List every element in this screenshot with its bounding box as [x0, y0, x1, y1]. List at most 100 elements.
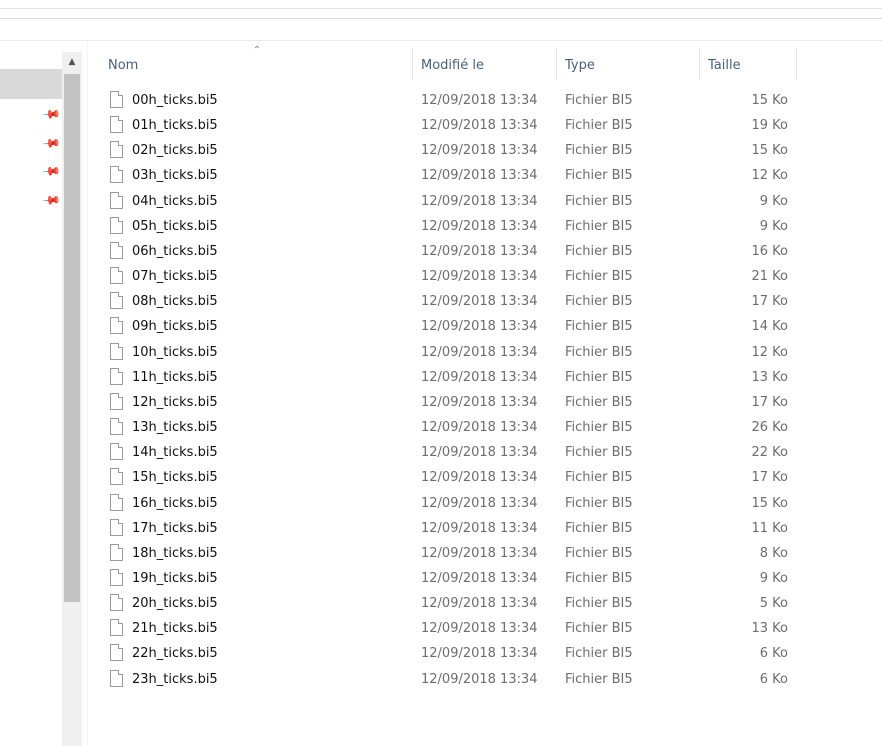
file-size: 17 Ko: [751, 294, 788, 310]
file-row[interactable]: 13h_ticks.bi5 12/09/2018 13:34 Fichier BI5…: [88, 415, 882, 440]
file-name: 20h_ticks.bi5: [132, 596, 218, 612]
file-icon: [110, 216, 123, 234]
column-header-type[interactable]: Type: [557, 45, 699, 81]
file-row[interactable]: 19h_ticks.bi5 12/09/2018 13:34 Fichier BI5…: [88, 566, 882, 591]
file-row[interactable]: 12h_ticks.bi5 12/09/2018 13:34 Fichier BI5…: [88, 390, 882, 415]
file-row[interactable]: 08h_ticks.bi5 12/09/2018 13:34 Fichier BI5…: [88, 289, 882, 314]
file-icon: [110, 191, 123, 209]
file-row[interactable]: 11h_ticks.bi5 12/09/2018 13:34 Fichier BI5…: [88, 365, 882, 390]
file-modified-date: 12/09/2018 13:34: [421, 143, 538, 159]
file-icon: [110, 669, 123, 687]
address-bar-border: [0, 18, 882, 19]
file-name: 01h_ticks.bi5: [132, 118, 218, 134]
file-icon: [110, 342, 123, 360]
column-header-name[interactable]: Nom: [100, 45, 412, 81]
file-modified-date: 12/09/2018 13:34: [421, 596, 538, 612]
column-header-modified[interactable]: Modifié le: [413, 45, 556, 81]
nav-scrollbar[interactable]: ▲: [62, 52, 82, 746]
file-size: 9 Ko: [759, 570, 788, 586]
file-size: 8 Ko: [759, 545, 788, 561]
file-size: 11 Ko: [751, 520, 788, 536]
file-name: 23h_ticks.bi5: [132, 671, 218, 687]
nav-item-selected[interactable]: [0, 69, 62, 99]
pin-icon[interactable]: 📌: [41, 104, 61, 124]
file-name: 03h_ticks.bi5: [132, 168, 218, 184]
file-modified-date: 12/09/2018 13:34: [421, 445, 538, 461]
file-size: 15 Ko: [751, 143, 788, 159]
pin-icon[interactable]: 📌: [41, 133, 61, 153]
file-size: 6 Ko: [759, 646, 788, 662]
file-icon: [110, 543, 123, 561]
file-row[interactable]: 16h_ticks.bi5 12/09/2018 13:34 Fichier BI5…: [88, 491, 882, 516]
file-modified-date: 12/09/2018 13:34: [421, 344, 538, 360]
file-size: 5 Ko: [759, 596, 788, 612]
pin-icon[interactable]: 📌: [41, 190, 61, 210]
file-name: 05h_ticks.bi5: [132, 218, 218, 234]
file-name: 19h_ticks.bi5: [132, 570, 218, 586]
file-name: 15h_ticks.bi5: [132, 470, 218, 486]
file-icon: [110, 619, 123, 637]
file-type: Fichier BI5: [565, 570, 633, 586]
file-row[interactable]: 15h_ticks.bi5 12/09/2018 13:34 Fichier BI5…: [88, 465, 882, 490]
file-icon: [110, 241, 123, 259]
file-row[interactable]: 06h_ticks.bi5 12/09/2018 13:34 Fichier BI5…: [88, 239, 882, 264]
file-name: 08h_ticks.bi5: [132, 294, 218, 310]
file-row[interactable]: 05h_ticks.bi5 12/09/2018 13:34 Fichier BI5…: [88, 214, 882, 239]
file-modified-date: 12/09/2018 13:34: [421, 218, 538, 234]
file-icon: [110, 443, 123, 461]
file-type: Fichier BI5: [565, 93, 633, 108]
file-row[interactable]: 10h_ticks.bi5 12/09/2018 13:34 Fichier BI5…: [88, 340, 882, 365]
column-header-size[interactable]: Taille: [700, 45, 796, 81]
file-name: 14h_ticks.bi5: [132, 445, 218, 461]
file-row[interactable]: 07h_ticks.bi5 12/09/2018 13:34 Fichier BI5…: [88, 264, 882, 289]
file-modified-date: 12/09/2018 13:34: [421, 470, 538, 486]
file-modified-date: 12/09/2018 13:34: [421, 118, 538, 134]
file-size: 13 Ko: [751, 621, 788, 637]
file-type: Fichier BI5: [565, 621, 633, 637]
file-type: Fichier BI5: [565, 545, 633, 561]
chevron-up-icon[interactable]: ▲: [62, 52, 82, 72]
file-name: 07h_ticks.bi5: [132, 269, 218, 285]
column-separator[interactable]: [796, 48, 797, 80]
file-size: 17 Ko: [751, 394, 788, 410]
file-name: 18h_ticks.bi5: [132, 545, 218, 561]
file-type: Fichier BI5: [565, 143, 633, 159]
file-name: 10h_ticks.bi5: [132, 344, 218, 360]
file-name: 13h_ticks.bi5: [132, 420, 218, 436]
pin-icon[interactable]: 📌: [41, 161, 61, 181]
file-row[interactable]: 23h_ticks.bi5 12/09/2018 13:34 Fichier BI5…: [88, 667, 882, 692]
file-row[interactable]: 21h_ticks.bi5 12/09/2018 13:34 Fichier BI5…: [88, 616, 882, 641]
file-type: Fichier BI5: [565, 243, 633, 259]
nav-scroll-thumb[interactable]: [64, 74, 80, 602]
file-row[interactable]: 14h_ticks.bi5 12/09/2018 13:34 Fichier BI5…: [88, 440, 882, 465]
file-row[interactable]: 01h_ticks.bi5 12/09/2018 13:34 Fichier BI5…: [88, 113, 882, 138]
file-modified-date: 12/09/2018 13:34: [421, 269, 538, 285]
file-row[interactable]: 20h_ticks.bi5 12/09/2018 13:34 Fichier BI5…: [88, 591, 882, 616]
file-icon: [110, 267, 123, 285]
file-modified-date: 12/09/2018 13:34: [421, 168, 538, 184]
toolbar-area: [0, 0, 882, 41]
file-size: 19 Ko: [751, 118, 788, 134]
file-row[interactable]: 02h_ticks.bi5 12/09/2018 13:34 Fichier BI5…: [88, 138, 882, 163]
file-size: 15 Ko: [751, 495, 788, 511]
file-row[interactable]: 00h_ticks.bi5 12/09/2018 13:34 Fichier BI5…: [88, 88, 882, 113]
file-row[interactable]: 18h_ticks.bi5 12/09/2018 13:34 Fichier BI5…: [88, 541, 882, 566]
file-name: 12h_ticks.bi5: [132, 394, 218, 410]
file-size: 22 Ko: [751, 445, 788, 461]
file-modified-date: 12/09/2018 13:34: [421, 369, 538, 385]
file-row[interactable]: 17h_ticks.bi5 12/09/2018 13:34 Fichier BI5…: [88, 516, 882, 541]
file-row[interactable]: 04h_ticks.bi5 12/09/2018 13:34 Fichier BI5…: [88, 189, 882, 214]
file-name: 06h_ticks.bi5: [132, 243, 218, 259]
file-type: Fichier BI5: [565, 218, 633, 234]
file-type: Fichier BI5: [565, 394, 633, 410]
file-type: Fichier BI5: [565, 319, 633, 335]
file-icon: [110, 568, 123, 586]
file-icon: [110, 91, 123, 108]
file-type: Fichier BI5: [565, 118, 633, 134]
file-row[interactable]: 22h_ticks.bi5 12/09/2018 13:34 Fichier BI5…: [88, 641, 882, 666]
file-size: 17 Ko: [751, 470, 788, 486]
toolbar-bottom-border: [0, 40, 882, 41]
file-row[interactable]: 09h_ticks.bi5 12/09/2018 13:34 Fichier BI5…: [88, 314, 882, 339]
file-row[interactable]: 03h_ticks.bi5 12/09/2018 13:34 Fichier BI5…: [88, 163, 882, 188]
file-modified-date: 12/09/2018 13:34: [421, 495, 538, 511]
